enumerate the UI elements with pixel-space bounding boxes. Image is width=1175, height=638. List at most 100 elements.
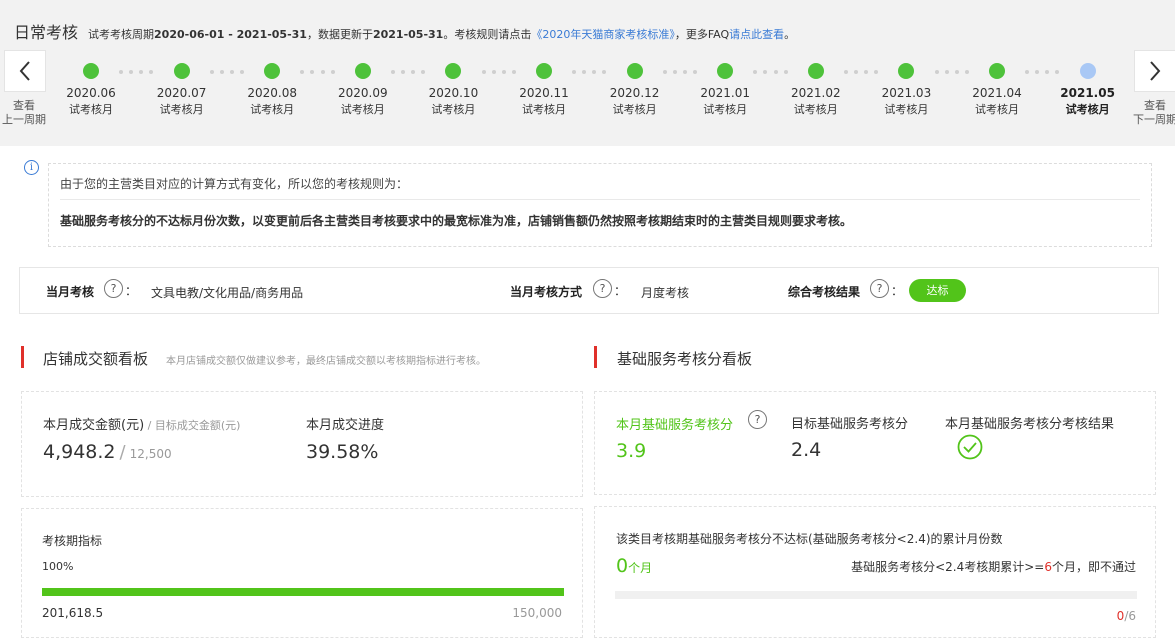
timeline-date: 2021.01 — [700, 86, 750, 100]
result-status-badge: 达标 — [909, 279, 966, 302]
timeline-connector-dot — [401, 70, 406, 74]
period-progress-fill — [42, 588, 564, 596]
timeline-date: 2021.05 — [1060, 86, 1115, 100]
timeline-label: 试考核月 — [1065, 103, 1110, 116]
completed-dot — [807, 63, 824, 79]
prev-cycle-button[interactable] — [4, 50, 46, 92]
fail-rule-text: 基础服务考核分<2.4考核期累计>=6个月，即不通过 — [851, 560, 1136, 574]
sales-board-title: 店铺成交额看板 — [43, 350, 149, 368]
service-board-title: 基础服务考核分看板 — [617, 350, 753, 368]
cycle-timeline: 2020.06 试考核月 2020.07 试考核月 2020.08 试考核月 2020.09… — [46, 60, 1136, 126]
rule-link[interactable]: 《2020年天猫商家考核标准》 — [531, 28, 675, 41]
notice-divider — [60, 199, 1140, 200]
prev-cycle-label[interactable]: 查看 上一周期 — [0, 99, 48, 127]
timeline-month-2020-07[interactable]: 2020.07 试考核月 — [137, 60, 227, 117]
help-icon[interactable]: ? — [748, 410, 767, 429]
timeline-month-2020-06[interactable]: 2020.06 试考核月 — [46, 60, 136, 117]
completed-dot — [626, 63, 643, 79]
title-row: 日常考核 试考考核周期2020-06-01 - 2021-05-31，数据更新于… — [14, 19, 796, 42]
fail-months-count: 0个月 — [616, 555, 653, 577]
result-label: 综合考核结果 — [788, 285, 861, 299]
fail-months-card: 该类目考核期基础服务考核分不达标(基础服务考核分<2.4)的累计月份数 0个月 … — [594, 506, 1156, 638]
target-score-value: 2.4 — [791, 439, 822, 461]
completed-dot — [898, 63, 915, 79]
next-cycle-button[interactable] — [1134, 50, 1175, 92]
chevron-left-icon — [19, 61, 30, 81]
timeline-connector-dot — [662, 70, 667, 74]
timeline-connector-dot — [944, 70, 949, 74]
section-accent-bar — [594, 346, 597, 368]
timeline-label: 试考核月 — [250, 103, 295, 116]
timeline-date: 2021.02 — [790, 86, 841, 100]
completed-dot — [536, 63, 552, 79]
completed-dot — [264, 63, 281, 79]
fail-months-title: 该类目考核期基础服务考核分不达标(基础服务考核分<2.4)的累计月份数 — [616, 532, 1003, 546]
period-progress-bar — [42, 588, 564, 596]
timeline-month-2020-10[interactable]: 2020.10 试考核月 — [408, 60, 498, 117]
help-icon[interactable]: ? — [104, 279, 123, 298]
timeline-month-2021-01[interactable]: 2021.01 试考核月 — [680, 60, 770, 117]
timeline-month-2021-04[interactable]: 2021.04 试考核月 — [952, 60, 1042, 117]
help-icon[interactable]: ? — [870, 279, 889, 298]
completed-dot — [354, 63, 371, 79]
method-label: 当月考核方式 — [510, 285, 583, 299]
completed-dot — [445, 63, 462, 79]
timeline-month-2020-12[interactable]: 2020.12 试考核月 — [590, 60, 680, 117]
timeline-connector-dot — [854, 70, 859, 74]
completed-dot — [989, 63, 1005, 79]
timeline-date: 2021.03 — [881, 86, 932, 100]
timeline-connector-dot — [390, 70, 395, 74]
fail-months-progress-bar — [615, 591, 1137, 599]
help-icon[interactable]: ? — [593, 279, 612, 298]
timeline-date: 2020.10 — [428, 86, 479, 100]
timeline-label: 试考核月 — [612, 103, 657, 116]
section-accent-bar — [21, 346, 24, 368]
info-icon: i — [24, 160, 39, 175]
timeline-label: 试考核月 — [340, 103, 385, 116]
timeline-label: 试考核月 — [159, 103, 204, 116]
fail-months-progress-text: 0/6 — [1116, 609, 1136, 623]
timeline-month-2021-05[interactable]: 2021.05 试考核月 — [1043, 60, 1133, 117]
timeline-month-2021-02[interactable]: 2021.02 试考核月 — [771, 60, 861, 117]
timeline-connector-dot — [491, 70, 496, 74]
amount-value: 4,948.2/12,500 — [43, 441, 172, 463]
completed-dot — [83, 63, 99, 79]
target-score-label: 目标基础服务考核分 — [791, 417, 909, 432]
timeline-label: 试考核月 — [884, 103, 929, 116]
period-target-value: 150,000 — [512, 606, 562, 620]
period-actual-value: 201,618.5 — [42, 606, 104, 620]
timeline-month-2020-09[interactable]: 2020.09 试考核月 — [318, 60, 408, 117]
timeline-month-2020-11[interactable]: 2020.11 试考核月 — [499, 60, 589, 117]
pending-dot — [1079, 63, 1096, 79]
score-value: 3.9 — [616, 440, 647, 462]
completed-dot — [717, 63, 734, 79]
timeline-label: 试考核月 — [431, 103, 476, 116]
timeline-label: 试考核月 — [703, 103, 748, 116]
score-label: 本月基础服务考核分 — [616, 418, 734, 433]
timeline-month-2021-03[interactable]: 2021.03 试考核月 — [861, 60, 951, 117]
amount-label: 本月成交金额(元) / 目标成交金额(元) — [43, 418, 241, 433]
month-assessment-label: 当月考核 — [46, 285, 95, 299]
sales-board-note: 本月店铺成交额仅做建议参考，最终店铺成交额以考核期指标进行考核。 — [166, 356, 486, 367]
page-title: 日常考核 — [14, 23, 79, 42]
monthly-summary: 当月考核 ? ： 文具电教/文化用品/商务用品 当月考核方式 ? ： 月度考核 … — [19, 267, 1159, 314]
timeline-connector-dot — [481, 70, 486, 74]
period-target-label: 考核期指标 — [42, 534, 103, 548]
faq-link[interactable]: 请点此查看 — [729, 28, 784, 41]
month-assessment-value: 文具电教/文化用品/商务用品 — [151, 286, 304, 300]
timeline-label: 试考核月 — [975, 103, 1019, 116]
timeline-date: 2021.04 — [972, 86, 1022, 100]
timeline-month-2020-08[interactable]: 2020.08 试考核月 — [227, 60, 317, 117]
chevron-right-icon — [1150, 61, 1161, 81]
check-circle-icon — [957, 434, 983, 460]
cycle-description: 试考考核周期2020-06-01 - 2021-05-31，数据更新于2021-… — [88, 28, 796, 41]
period-percent: 100% — [42, 560, 74, 573]
timeline-date: 2020.06 — [66, 86, 116, 100]
completed-dot — [173, 63, 190, 79]
timeline-connector-dot — [672, 70, 677, 74]
timeline-date: 2020.07 — [156, 86, 207, 100]
timeline-label: 试考核月 — [69, 103, 113, 116]
timeline-label: 试考核月 — [522, 103, 566, 116]
monthly-sales-card: 本月成交金额(元) / 目标成交金额(元) 4,948.2/12,500 本月成… — [21, 391, 583, 497]
score-result-label: 本月基础服务考核分考核结果 — [945, 417, 1115, 432]
